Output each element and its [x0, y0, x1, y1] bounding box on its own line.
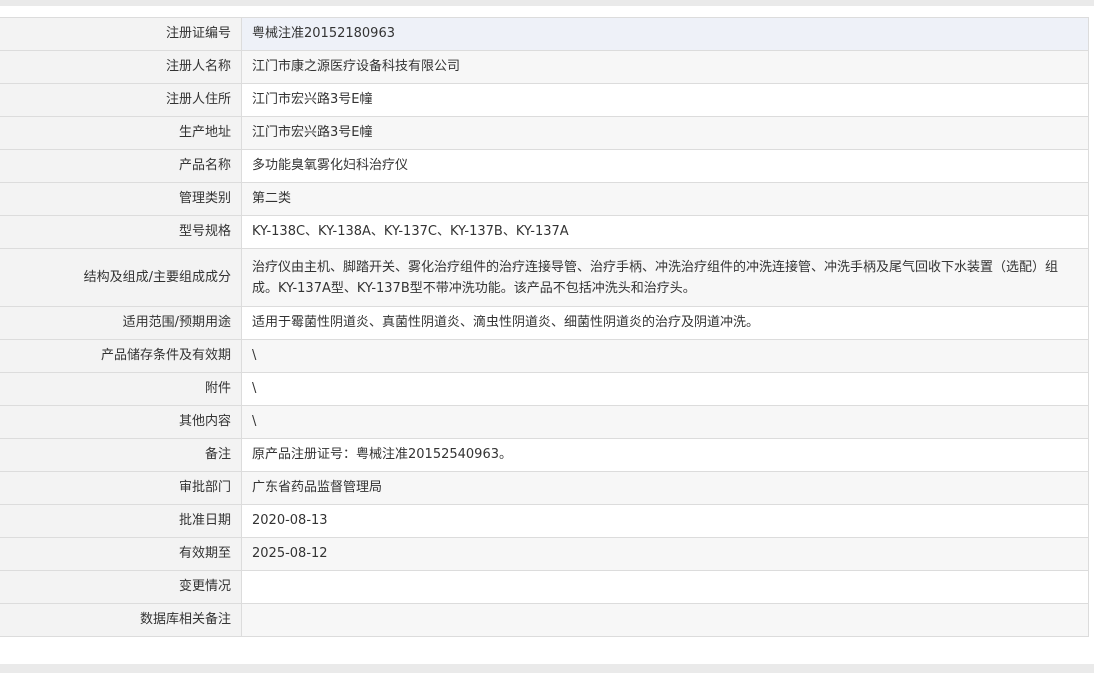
table-row: 管理类别 第二类	[0, 182, 1089, 216]
field-value: \	[241, 339, 1089, 373]
table-row: 注册人住所 江门市宏兴路3号E幢	[0, 83, 1089, 117]
field-value: 粤械注准20152180963	[241, 17, 1089, 51]
field-value: KY-138C、KY-138A、KY-137C、KY-137B、KY-137A	[241, 215, 1089, 249]
table-row: 型号规格 KY-138C、KY-138A、KY-137C、KY-137B、KY-…	[0, 215, 1089, 249]
field-label: 产品名称	[0, 149, 242, 183]
field-value	[241, 570, 1089, 604]
field-label: 变更情况	[0, 570, 242, 604]
field-value: 多功能臭氧雾化妇科治疗仪	[241, 149, 1089, 183]
table-row: 注册证编号 粤械注准20152180963	[0, 17, 1089, 51]
field-value: 适用于霉菌性阴道炎、真菌性阴道炎、滴虫性阴道炎、细菌性阴道炎的治疗及阴道冲洗。	[241, 306, 1089, 340]
field-label: 注册人住所	[0, 83, 242, 117]
top-divider	[0, 0, 1094, 6]
field-label: 管理类别	[0, 182, 242, 216]
field-label: 批准日期	[0, 504, 242, 538]
field-label: 数据库相关备注	[0, 603, 242, 637]
field-value: 原产品注册证号：粤械注准20152540963。	[241, 438, 1089, 472]
table-row: 其他内容 \	[0, 405, 1089, 439]
bottom-divider	[0, 664, 1094, 673]
table-row: 审批部门 广东省药品监督管理局	[0, 471, 1089, 505]
field-label: 审批部门	[0, 471, 242, 505]
field-value: 治疗仪由主机、脚踏开关、雾化治疗组件的治疗连接导管、治疗手柄、冲洗治疗组件的冲洗…	[241, 248, 1089, 307]
field-label: 产品储存条件及有效期	[0, 339, 242, 373]
field-value: \	[241, 405, 1089, 439]
table-row: 有效期至 2025-08-12	[0, 537, 1089, 571]
field-value: \	[241, 372, 1089, 406]
field-label: 生产地址	[0, 116, 242, 150]
field-value: 2020-08-13	[241, 504, 1089, 538]
field-label: 其他内容	[0, 405, 242, 439]
table-row: 生产地址 江门市宏兴路3号E幢	[0, 116, 1089, 150]
table-row: 注册人名称 江门市康之源医疗设备科技有限公司	[0, 50, 1089, 84]
field-value: 江门市宏兴路3号E幢	[241, 83, 1089, 117]
registration-detail-table: 注册证编号 粤械注准20152180963 注册人名称 江门市康之源医疗设备科技…	[0, 17, 1089, 637]
table-row: 变更情况	[0, 570, 1089, 604]
table-row: 批准日期 2020-08-13	[0, 504, 1089, 538]
field-value: 江门市康之源医疗设备科技有限公司	[241, 50, 1089, 84]
field-label: 注册证编号	[0, 17, 242, 51]
table-row: 备注 原产品注册证号：粤械注准20152540963。	[0, 438, 1089, 472]
field-label: 附件	[0, 372, 242, 406]
field-value: 2025-08-12	[241, 537, 1089, 571]
field-label: 适用范围/预期用途	[0, 306, 242, 340]
field-value	[241, 603, 1089, 637]
table-row: 适用范围/预期用途 适用于霉菌性阴道炎、真菌性阴道炎、滴虫性阴道炎、细菌性阴道炎…	[0, 306, 1089, 340]
field-label: 有效期至	[0, 537, 242, 571]
field-label: 备注	[0, 438, 242, 472]
field-label: 结构及组成/主要组成成分	[0, 248, 242, 307]
field-value: 江门市宏兴路3号E幢	[241, 116, 1089, 150]
table-row: 产品名称 多功能臭氧雾化妇科治疗仪	[0, 149, 1089, 183]
field-label: 注册人名称	[0, 50, 242, 84]
table-row: 产品储存条件及有效期 \	[0, 339, 1089, 373]
field-value: 第二类	[241, 182, 1089, 216]
table-row: 附件 \	[0, 372, 1089, 406]
table-row: 结构及组成/主要组成成分 治疗仪由主机、脚踏开关、雾化治疗组件的治疗连接导管、治…	[0, 248, 1089, 307]
field-label: 型号规格	[0, 215, 242, 249]
field-value: 广东省药品监督管理局	[241, 471, 1089, 505]
table-row: 数据库相关备注	[0, 603, 1089, 637]
